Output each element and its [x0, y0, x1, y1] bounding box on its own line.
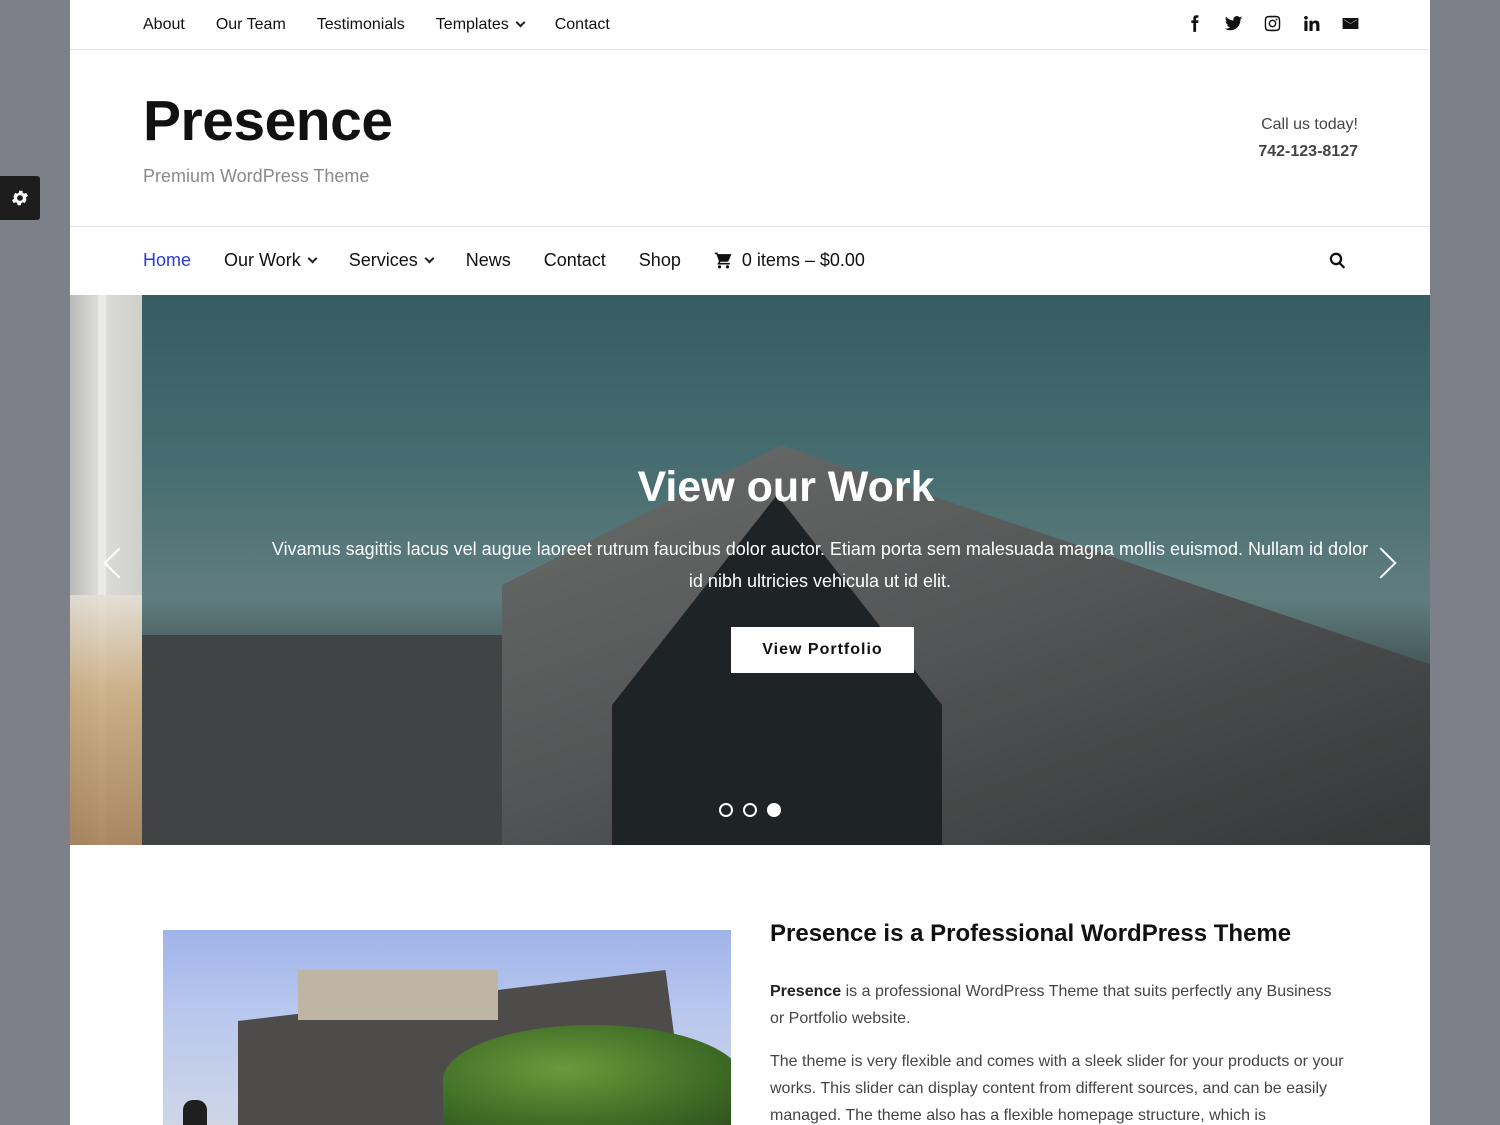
twitter-link[interactable] [1223, 13, 1243, 33]
slider-dot-2[interactable] [743, 803, 757, 817]
image-building-top [298, 970, 498, 1020]
main-nav: Home Our Work Services News Contact Shop… [70, 227, 1430, 294]
nav-news[interactable]: News [466, 250, 511, 271]
chevron-down-icon [424, 253, 435, 263]
topnav-about[interactable]: About [143, 16, 185, 34]
instagram-link[interactable] [1262, 13, 1282, 33]
email-icon [1342, 17, 1358, 29]
nav-contact[interactable]: Contact [544, 250, 606, 271]
nav-label: Shop [638, 250, 681, 270]
email-link[interactable] [1340, 13, 1360, 33]
call-us: Call us today! 742-123-8127 [1258, 116, 1358, 161]
linkedin-link[interactable] [1301, 13, 1321, 33]
nav-services[interactable]: Services [348, 250, 435, 271]
topnav-testimonials[interactable]: Testimonials [317, 16, 405, 34]
cart-link[interactable]: 0 items – $0.00 [714, 250, 865, 271]
chevron-down-icon [515, 17, 526, 27]
social-links [1165, 0, 1360, 46]
image-person [183, 1100, 207, 1125]
site-title[interactable]: Presence [143, 88, 393, 154]
slider-dot-3[interactable] [767, 803, 781, 817]
topnav-label: About [143, 15, 185, 33]
slide-title: View our Work [637, 463, 935, 511]
cart-icon [714, 252, 732, 269]
nav-label: News [465, 250, 511, 270]
gear-icon [12, 190, 28, 206]
nav-label: Home [143, 250, 192, 270]
intro-paragraph-2: The theme is very flexible and comes wit… [770, 1053, 1344, 1124]
main-menu: Home Our Work Services News Contact Shop… [143, 227, 865, 294]
twitter-icon [1224, 15, 1242, 30]
phone-number: 742-123-8127 [1258, 143, 1358, 160]
previous-slide-preview [70, 295, 142, 845]
top-bar: About Our Team Testimonials Templates Co… [70, 0, 1430, 50]
slider-dots [719, 803, 791, 817]
top-nav: About Our Team Testimonials Templates Co… [143, 0, 641, 49]
topnav-templates[interactable]: Templates [435, 15, 526, 34]
nav-home[interactable]: Home [143, 250, 191, 271]
topnav-label: Our Team [215, 15, 286, 33]
preview-chair [70, 595, 142, 845]
slide-text: Vivamus sagittis lacus vel augue laoreet… [271, 539, 1369, 591]
nav-label: Our Work [224, 250, 301, 270]
topnav-contact[interactable]: Contact [555, 16, 610, 34]
intro-image [163, 930, 731, 1125]
intro-paragraph-1: Presence is a professional WordPress The… [770, 978, 1350, 1032]
linkedin-icon [1303, 15, 1319, 31]
intro-p1-rest: is a professional WordPress Theme that s… [770, 983, 1332, 1027]
topnav-our-team[interactable]: Our Team [216, 16, 286, 34]
search-button[interactable] [1328, 251, 1348, 271]
intro-text: Presence is a Professional WordPress The… [770, 920, 1350, 1125]
site-header: Presence Premium WordPress Theme Call us… [70, 50, 1430, 227]
site-tagline: Premium WordPress Theme [143, 166, 370, 186]
slider-dot-1[interactable] [719, 803, 733, 817]
hero-slider: View our Work Vivamus sagittis lacus vel… [70, 295, 1430, 845]
nav-label: Contact [543, 250, 606, 270]
topnav-label: Contact [554, 15, 610, 33]
topnav-label: Testimonials [316, 15, 405, 33]
page: About Our Team Testimonials Templates Co… [70, 0, 1430, 1125]
search-icon [1329, 252, 1346, 269]
nav-shop[interactable]: Shop [639, 250, 681, 271]
topnav-label: Templates [435, 15, 509, 33]
call-us-label: Call us today! [1261, 116, 1358, 133]
nav-our-work[interactable]: Our Work [224, 250, 318, 271]
facebook-link[interactable] [1184, 13, 1204, 33]
settings-toggle[interactable] [0, 176, 40, 220]
intro-title: Presence is a Professional WordPress The… [770, 920, 1292, 947]
chevron-down-icon [307, 253, 318, 263]
instagram-icon [1264, 15, 1280, 31]
cart-summary: 0 items – $0.00 [741, 250, 865, 270]
nav-label: Services [348, 250, 418, 270]
intro-bold: Presence [770, 983, 842, 1000]
view-portfolio-button[interactable]: View Portfolio [731, 627, 914, 673]
facebook-icon [1190, 14, 1198, 32]
